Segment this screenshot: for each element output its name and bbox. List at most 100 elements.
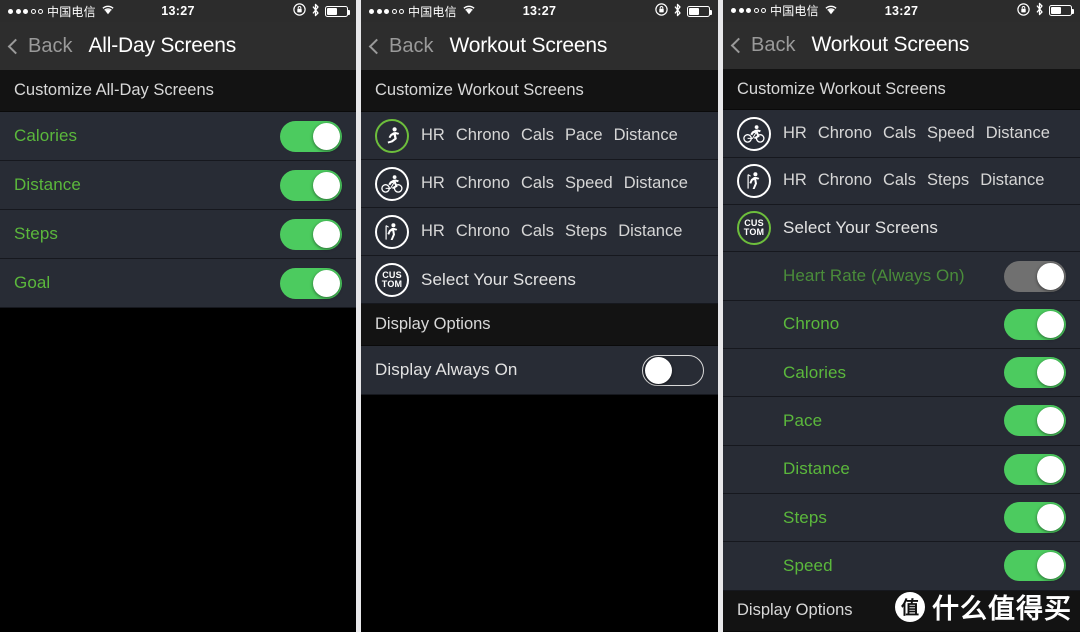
toggle-switch-goal[interactable]: [280, 267, 342, 299]
row-label: Select Your Screens: [783, 218, 938, 238]
toggle-switch-calories[interactable]: [280, 120, 342, 152]
row-label: Distance: [783, 459, 850, 479]
status-bar: 中国电信 13:27: [0, 0, 356, 22]
metric-label: Distance: [980, 171, 1045, 190]
toggle-row-calories[interactable]: Calories: [0, 112, 356, 161]
toggle-row-speed[interactable]: Speed: [723, 542, 1080, 591]
custom-icon: CUS TOM: [737, 211, 771, 246]
activity-metrics: HR Chrono Cals Steps Distance: [421, 222, 682, 241]
activity-row-cycling[interactable]: HR Chrono Cals Speed Distance: [361, 160, 718, 208]
cycling-icon: [737, 116, 771, 151]
panel-all-day-screens: 中国电信 13:27 Back All-Day Screens Customiz…: [0, 0, 356, 632]
toggle-row-distance[interactable]: Distance: [723, 445, 1080, 494]
empty-area: [361, 395, 718, 632]
status-bar: 中国电信 13:27: [361, 0, 718, 22]
status-bar-right: [293, 3, 351, 20]
section-header-customize: Customize Workout Screens: [723, 69, 1080, 111]
row-label: Select Your Screens: [421, 269, 576, 289]
section-header-customize: Customize Workout Screens: [361, 70, 718, 112]
row-label: Steps: [14, 224, 58, 243]
activity-row-hiking[interactable]: HR Chrono Cals Steps Distance: [361, 208, 718, 256]
toggle-row-chrono[interactable]: Chrono: [723, 300, 1080, 350]
activity-metrics: HR Chrono Cals Speed Distance: [421, 174, 688, 193]
row-label: Goal: [14, 273, 51, 292]
metric-label: Speed: [564, 174, 613, 192]
nav-bar: Back Workout Screens: [361, 22, 718, 70]
nav-bar: Back Workout Screens: [723, 21, 1080, 69]
back-button-label: Back: [389, 34, 434, 57]
activity-metrics: HR Chrono Cals Pace Distance: [421, 126, 678, 145]
back-button[interactable]: Back: [368, 34, 434, 58]
toggle-switch-chrono[interactable]: [1004, 308, 1066, 340]
battery-icon: [687, 5, 713, 17]
toggle-row-calories[interactable]: Calories: [723, 349, 1080, 398]
metric-label: HR: [421, 222, 445, 240]
chevron-left-icon: [730, 37, 747, 54]
metric-label: Cals: [882, 171, 916, 190]
toggle-switch-steps[interactable]: [1004, 502, 1066, 534]
toggle-switch-distance[interactable]: [280, 169, 342, 201]
toggle-row-steps[interactable]: Steps: [723, 493, 1080, 543]
activity-row-custom[interactable]: CUS TOM Select Your Screens: [361, 256, 718, 304]
running-icon: [375, 118, 409, 153]
custom-icon: CUS TOM: [375, 262, 409, 297]
back-button[interactable]: Back: [730, 33, 796, 57]
toggle-row-heart-rate[interactable]: Heart Rate (Always On): [723, 252, 1080, 301]
activity-row-cycling[interactable]: HR Chrono Cals Speed Distance: [723, 110, 1080, 158]
toggle-row-pace[interactable]: Pace: [723, 397, 1080, 446]
status-bar-right: [1017, 2, 1075, 19]
bluetooth-icon: [673, 3, 682, 20]
metric-label: HR: [783, 124, 807, 143]
toggle-switch-distance[interactable]: [1004, 453, 1066, 485]
hiking-icon: [737, 163, 771, 198]
toggle-switch-speed[interactable]: [1004, 550, 1066, 582]
activity-row-custom[interactable]: CUS TOM Select Your Screens: [723, 205, 1080, 253]
section-header-display-options: Display Options: [723, 590, 1080, 632]
toggle-row-goal[interactable]: Goal: [0, 259, 356, 308]
toggle-row-steps[interactable]: Steps: [0, 210, 356, 259]
cycling-icon: [375, 166, 409, 201]
metric-label: Steps: [564, 222, 608, 240]
toggle-row-distance[interactable]: Distance: [0, 161, 356, 210]
battery-icon: [1049, 5, 1075, 17]
row-label: Distance: [14, 175, 81, 194]
page-title: Workout Screens: [449, 34, 608, 57]
activity-row-hiking[interactable]: HR Chrono Cals Steps Distance: [723, 157, 1080, 206]
toggle-switch-steps[interactable]: [280, 218, 342, 250]
page-title: Workout Screens: [811, 33, 970, 57]
row-label: Calories: [14, 126, 78, 145]
bluetooth-icon: [311, 3, 320, 20]
metric-label: Chrono: [455, 222, 510, 240]
activity-row-running[interactable]: HR Chrono Cals Pace Distance: [361, 112, 718, 160]
hiking-icon: [375, 214, 409, 249]
activity-metrics: HR Chrono Cals Steps Distance: [783, 171, 1044, 190]
row-label: Pace: [783, 410, 823, 430]
row-label: Display Always On: [375, 360, 518, 379]
metric-label: Chrono: [455, 174, 510, 192]
toggle-switch-calories[interactable]: [1004, 357, 1066, 389]
section-header-customize: Customize All-Day Screens: [0, 70, 356, 112]
toggle-switch-display-always-on[interactable]: [642, 354, 704, 386]
metric-label: Distance: [623, 174, 688, 192]
toggle-switch-pace[interactable]: [1004, 405, 1066, 437]
toggle-switch-heart-rate[interactable]: [1004, 260, 1066, 292]
chevron-left-icon: [7, 38, 24, 54]
battery-icon: [325, 5, 351, 17]
metric-label: Chrono: [817, 124, 872, 143]
screenshot-stage: 中国电信 13:27 Back All-Day Screens Customiz…: [0, 0, 1080, 632]
metric-label: Cals: [882, 124, 916, 143]
back-button-label: Back: [751, 33, 796, 56]
back-button-label: Back: [28, 34, 73, 57]
bluetooth-icon: [1035, 2, 1044, 19]
toggle-row-display-always-on[interactable]: Display Always On: [361, 346, 718, 395]
rotation-lock-icon: [293, 3, 306, 19]
metric-label: Chrono: [817, 171, 872, 190]
panel-workout-screens: 中国电信 13:27 Back Workout Screens Customiz…: [361, 0, 718, 632]
metric-label: Steps: [926, 171, 970, 190]
row-label: Speed: [783, 555, 833, 575]
row-label: Steps: [783, 507, 827, 527]
back-button[interactable]: Back: [7, 34, 73, 58]
metric-label: Cals: [520, 126, 554, 144]
page-title: All-Day Screens: [88, 34, 237, 57]
row-label: Chrono: [783, 314, 840, 334]
